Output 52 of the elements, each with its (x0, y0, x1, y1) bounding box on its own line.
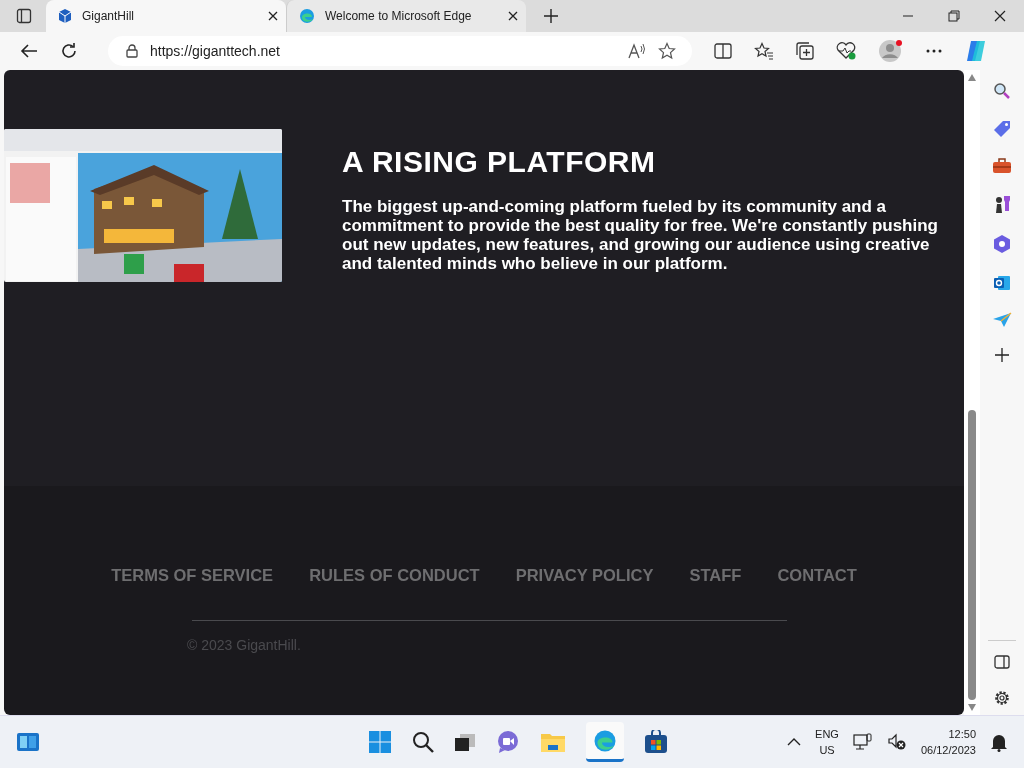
lock-icon (126, 44, 138, 58)
task-view-icon[interactable] (454, 732, 476, 752)
scroll-up-icon[interactable] (968, 74, 976, 81)
paper-plane-icon[interactable] (992, 312, 1012, 328)
read-aloud-icon[interactable] (628, 43, 646, 59)
scroll-down-icon[interactable] (968, 704, 976, 711)
muted-speaker-icon[interactable] (886, 733, 907, 751)
heart-pulse-icon[interactable] (836, 42, 856, 60)
split-screen-icon[interactable] (714, 43, 732, 59)
mail-icon[interactable] (993, 274, 1011, 292)
star-icon[interactable] (658, 42, 676, 60)
search-icon[interactable] (993, 82, 1011, 100)
close-tab-icon[interactable] (508, 11, 518, 21)
scrollbar-thumb[interactable] (968, 410, 976, 700)
collections-icon[interactable] (796, 42, 814, 60)
address-field[interactable]: https://giganttech.net (108, 36, 692, 66)
edge-icon (593, 728, 617, 753)
clock-time[interactable]: 12:50 (948, 726, 976, 742)
toolbox-icon[interactable] (992, 158, 1012, 174)
browser-tab[interactable]: GigantHill (46, 0, 286, 32)
store-icon[interactable] (644, 730, 668, 754)
browser-tab[interactable]: Welcome to Microsoft Edge (286, 0, 526, 32)
folder-icon[interactable] (540, 731, 566, 753)
chevron-up-icon[interactable] (787, 738, 802, 746)
tag-icon[interactable] (993, 120, 1011, 138)
chat-icon[interactable] (496, 730, 520, 754)
hexagon-icon[interactable] (993, 234, 1011, 254)
network-icon[interactable] (852, 733, 873, 751)
region-text[interactable]: US (819, 742, 835, 758)
language-text[interactable]: ENG (815, 726, 839, 742)
clock-date[interactable]: 06/12/2023 (920, 742, 976, 758)
search-icon[interactable] (412, 731, 434, 753)
close-icon[interactable] (994, 10, 1006, 22)
section-heading: A RISING PLATFORM (342, 145, 657, 179)
refresh-icon[interactable] (60, 42, 78, 60)
start-icon[interactable] (368, 730, 392, 754)
restore-icon[interactable] (948, 10, 960, 22)
profile-icon[interactable] (878, 39, 904, 63)
add-icon[interactable] (995, 348, 1009, 362)
settings-icon[interactable] (993, 689, 1011, 707)
sidebar-toggle-icon[interactable] (994, 655, 1010, 669)
section-paragraph: The biggest up-and-coming platform fueled by its community and a commitment to provide the best quality for free. We're constantly pushing out new updates, new features, and growing our audience using creative and talented minds who believe in our platform. (342, 197, 939, 273)
more-icon[interactable] (926, 49, 942, 53)
edge-taskbar-button[interactable] (586, 722, 624, 762)
new-tab-icon[interactable] (544, 9, 558, 23)
back-icon[interactable] (20, 43, 38, 59)
tab-actions-icon[interactable] (16, 8, 32, 24)
favorites-icon[interactable] (754, 42, 774, 60)
widgets-icon[interactable] (16, 732, 40, 752)
cube-icon (58, 8, 72, 24)
edge-icon (299, 8, 315, 24)
close-tab-icon[interactable] (268, 11, 278, 21)
